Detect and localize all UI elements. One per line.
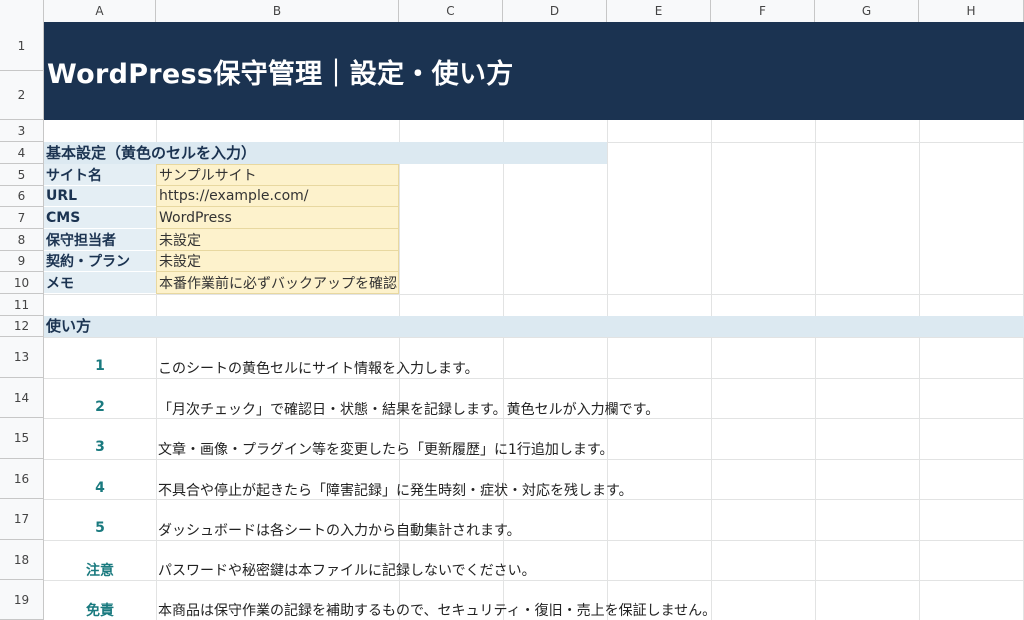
field-value-url[interactable]: https://example.com/ xyxy=(156,186,399,207)
usage-step-number: 1 xyxy=(95,358,105,374)
cell-grid[interactable]: WordPress保守管理｜設定・使い方 基本設定（黄色のセルを入力） サイト名… xyxy=(44,22,1024,620)
field-label-cms: CMS xyxy=(44,207,156,229)
usage-step-number: 4 xyxy=(95,480,105,496)
row-header-14[interactable]: 14 xyxy=(0,378,43,418)
row-header-bar: 1 2 3 4 5 6 7 8 9 10 11 12 13 14 15 16 1… xyxy=(0,22,44,620)
usage-step-text: このシートの黄色セルにサイト情報を入力します。 xyxy=(158,361,479,377)
column-header-b[interactable]: B xyxy=(156,0,399,22)
usage-note-label: 注意 xyxy=(86,563,114,579)
row-header-13[interactable]: 13 xyxy=(0,337,43,378)
field-label-maintainer: 保守担当者 xyxy=(44,229,156,251)
row-header-8[interactable]: 8 xyxy=(0,229,43,251)
basic-settings-heading: 基本設定（黄色のセルを入力） xyxy=(44,142,607,164)
row-header-17[interactable]: 17 xyxy=(0,499,43,540)
usage-step-number: 2 xyxy=(95,399,105,415)
field-value-plan[interactable]: 未設定 xyxy=(156,251,399,272)
column-header-f[interactable]: F xyxy=(711,0,815,22)
page-title: WordPress保守管理｜設定・使い方 xyxy=(47,59,514,90)
usage-step-text: 不具合や停止が起きたら「障害記録」に発生時刻・症状・対応を残します。 xyxy=(158,483,633,499)
field-label-plan: 契約・プラン xyxy=(44,251,156,272)
row-header-9[interactable]: 9 xyxy=(0,251,43,272)
field-value-cms[interactable]: WordPress xyxy=(156,207,399,229)
usage-step-text: ダッシュボードは各シートの入力から自動集計されます。 xyxy=(158,523,521,539)
usage-step-text: 文章・画像・プラグイン等を変更したら「更新履歴」に1行追加します。 xyxy=(158,442,614,458)
field-value-maintainer[interactable]: 未設定 xyxy=(156,229,399,251)
row-header-19[interactable]: 19 xyxy=(0,580,43,620)
column-header-c[interactable]: C xyxy=(399,0,503,22)
field-label-site-name: サイト名 xyxy=(44,164,156,186)
column-header-a[interactable]: A xyxy=(44,0,156,22)
row-header-15[interactable]: 15 xyxy=(0,418,43,459)
usage-heading: 使い方 xyxy=(44,316,1024,337)
column-header-h[interactable]: H xyxy=(919,0,1024,22)
usage-step-number: 3 xyxy=(95,439,105,455)
field-label-url: URL xyxy=(44,186,156,207)
usage-disclaimer-label: 免責 xyxy=(86,603,114,619)
usage-step-text: 「月次チェック」で確認日・状態・結果を記録します。黄色セルが入力欄です。 xyxy=(158,402,660,418)
column-header-bar: A B C D E F G H xyxy=(0,0,1024,23)
field-value-memo[interactable]: 本番作業前に必ずバックアップを確認 xyxy=(156,272,399,294)
field-label-memo: メモ xyxy=(44,272,156,294)
row-header-6[interactable]: 6 xyxy=(0,186,43,207)
row-header-7[interactable]: 7 xyxy=(0,207,43,229)
usage-step-number: 5 xyxy=(95,520,105,536)
row-header-4[interactable]: 4 xyxy=(0,142,43,164)
row-header-2[interactable]: 2 xyxy=(0,71,43,120)
spreadsheet: A B C D E F G H 1 2 3 4 5 6 7 8 9 10 11 … xyxy=(0,0,1024,620)
row-header-5[interactable]: 5 xyxy=(0,164,43,186)
field-value-site-name[interactable]: サンプルサイト xyxy=(156,164,399,186)
row-header-11[interactable]: 11 xyxy=(0,294,43,316)
title-banner: WordPress保守管理｜設定・使い方 xyxy=(44,22,1024,120)
column-header-g[interactable]: G xyxy=(815,0,919,22)
row-header-10[interactable]: 10 xyxy=(0,272,43,294)
usage-note-text: パスワードや秘密鍵は本ファイルに記録しないでください。 xyxy=(158,563,536,579)
row-header-18[interactable]: 18 xyxy=(0,540,43,580)
row-header-1[interactable]: 1 xyxy=(0,22,43,71)
select-all-corner[interactable] xyxy=(0,0,44,22)
column-header-e[interactable]: E xyxy=(607,0,711,22)
row-header-3[interactable]: 3 xyxy=(0,120,43,142)
row-header-16[interactable]: 16 xyxy=(0,459,43,499)
row-header-12[interactable]: 12 xyxy=(0,316,43,337)
column-header-d[interactable]: D xyxy=(503,0,607,22)
usage-disclaimer-text: 本商品は保守作業の記録を補助するもので、セキュリティ・復旧・売上を保証しません。 xyxy=(158,603,717,619)
